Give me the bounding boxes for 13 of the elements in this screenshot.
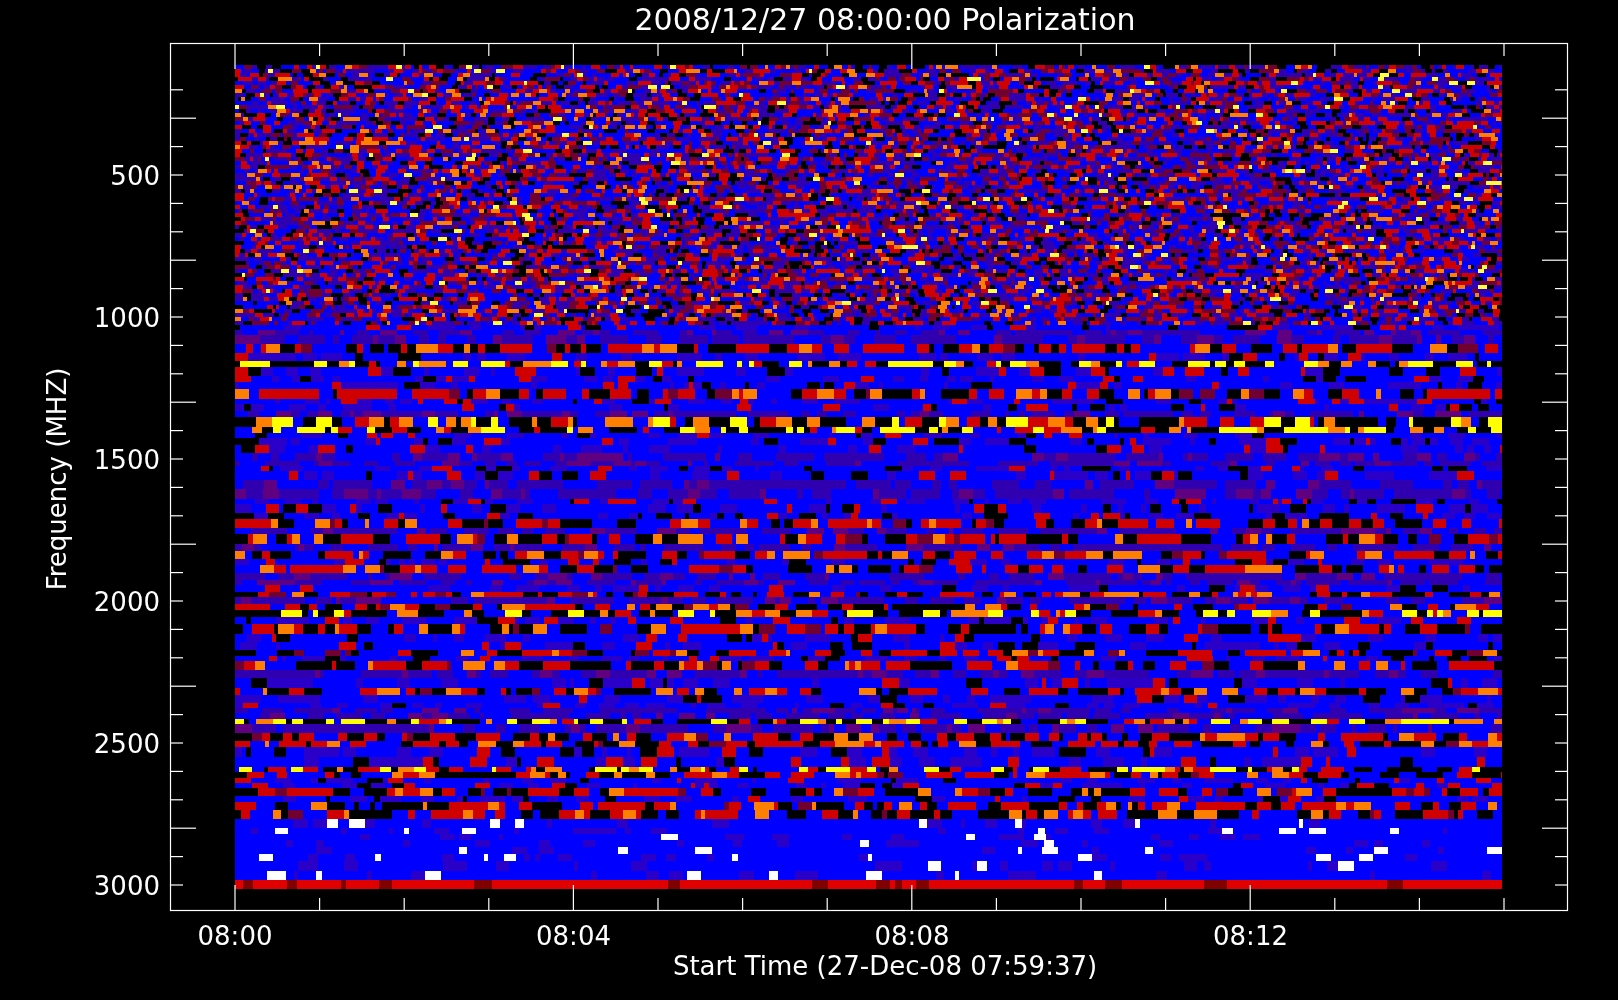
- y-axis-label: Frequency (MHZ): [42, 367, 72, 591]
- chart-title: 2008/12/27 08:00:00 Polarization: [634, 2, 1136, 37]
- y-tick-label: 3000: [93, 871, 160, 901]
- y-tick-label: 2500: [93, 729, 160, 759]
- y-tick-label: 500: [110, 161, 160, 191]
- y-tick-label: 2000: [93, 587, 160, 617]
- x-axis-label: Start Time (27-Dec-08 07:59:37): [672, 951, 1098, 981]
- x-tick-label: 08:00: [197, 921, 273, 951]
- x-tick-label: 08:04: [536, 921, 611, 951]
- x-tick-label: 08:12: [1213, 921, 1288, 951]
- x-tick-label: 08:08: [874, 921, 950, 951]
- y-tick-label: 1000: [93, 303, 160, 333]
- y-tick-label: 1500: [93, 445, 160, 475]
